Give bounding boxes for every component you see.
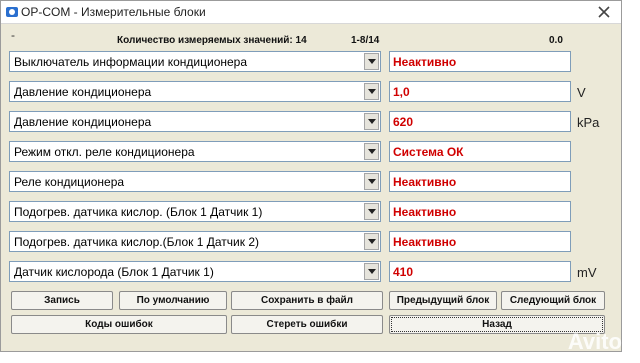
error-codes-button[interactable]: Коды ошибок [11, 315, 227, 334]
unit-label: mV [577, 265, 597, 280]
chevron-down-icon[interactable] [364, 203, 379, 220]
measurement-row: Подогрев. датчика кислор. (Блок 1 Датчик… [9, 201, 609, 223]
measurement-row: Режим откл. реле кондиционера Система ОК [9, 141, 609, 163]
value-field: 1,0 [389, 81, 571, 102]
measured-values-count: Количество измеряемых значений: 14 [117, 35, 307, 46]
value-field: Система ОК [389, 141, 571, 162]
chevron-down-icon[interactable] [364, 113, 379, 130]
value-field: Неактивно [389, 171, 571, 192]
unit-label: V [577, 85, 586, 100]
value-field: 410 [389, 261, 571, 282]
save-to-file-button[interactable]: Сохранить в файл [231, 291, 383, 310]
default-button[interactable]: По умолчанию [119, 291, 227, 310]
parameter-select[interactable]: Реле кондиционера [9, 171, 381, 192]
value-text: Неактивно [393, 235, 457, 249]
parameter-label: Режим откл. реле кондиционера [14, 145, 195, 159]
chevron-down-icon[interactable] [364, 233, 379, 250]
status-value: 0.0 [549, 35, 563, 46]
parameter-select[interactable]: Давление кондиционера [9, 111, 381, 132]
unit-label: kPa [577, 115, 600, 130]
measurement-row: Давление кондиционера 1,0 V [9, 81, 609, 103]
record-button[interactable]: Запись [11, 291, 113, 310]
measurement-row: Реле кондиционера Неактивно [9, 171, 609, 193]
parameter-label: Датчик кислорода (Блок 1 Датчик 1) [14, 265, 214, 279]
parameter-select[interactable]: Подогрев. датчика кислор.(Блок 1 Датчик … [9, 231, 381, 252]
value-text: Неактивно [393, 205, 457, 219]
chevron-down-icon[interactable] [364, 83, 379, 100]
parameter-label: Подогрев. датчика кислор.(Блок 1 Датчик … [14, 235, 260, 249]
parameter-select[interactable]: Датчик кислорода (Блок 1 Датчик 1) [9, 261, 381, 282]
value-field: 620 [389, 111, 571, 132]
parameter-select[interactable]: Подогрев. датчика кислор. (Блок 1 Датчик… [9, 201, 381, 222]
next-block-button[interactable]: Следующий блок [501, 291, 605, 310]
parameter-select[interactable]: Режим откл. реле кондиционера [9, 141, 381, 162]
value-field: Неактивно [389, 231, 571, 252]
value-text: Неактивно [393, 55, 457, 69]
window-title: OP-COM - Измерительные блоки [21, 5, 206, 19]
parameter-label: Давление кондиционера [14, 85, 152, 99]
parameter-label: Подогрев. датчика кислор. (Блок 1 Датчик… [14, 205, 263, 219]
value-text: 410 [393, 265, 414, 279]
chevron-down-icon[interactable] [364, 143, 379, 160]
measuring-blocks-window: OP-COM - Измерительные блоки - Количеств… [0, 0, 622, 352]
value-field: Неактивно [389, 51, 571, 72]
parameter-select[interactable]: Выключатель информации кондиционера [9, 51, 381, 72]
app-icon [6, 7, 18, 17]
measurement-row: Подогрев. датчика кислор.(Блок 1 Датчик … [9, 231, 609, 253]
measurement-row: Давление кондиционера 620 kPa [9, 111, 609, 133]
chevron-down-icon[interactable] [364, 263, 379, 280]
parameter-label: Реле кондиционера [14, 175, 125, 189]
system-menu-dash[interactable]: - [11, 28, 15, 42]
value-field: Неактивно [389, 201, 571, 222]
chevron-down-icon[interactable] [364, 53, 379, 70]
title-bar: OP-COM - Измерительные блоки [1, 1, 621, 24]
parameter-select[interactable]: Давление кондиционера [9, 81, 381, 102]
parameter-label: Давление кондиционера [14, 115, 152, 129]
clear-errors-button[interactable]: Стереть ошибки [231, 315, 383, 334]
close-icon[interactable] [596, 4, 612, 20]
previous-block-button[interactable]: Предыдущий блок [389, 291, 497, 310]
value-text: 1,0 [393, 85, 410, 99]
avito-watermark: Avito [567, 329, 622, 354]
value-text: Система ОК [393, 145, 464, 159]
measurement-row: Выключатель информации кондиционера Неак… [9, 51, 609, 73]
parameter-label: Выключатель информации кондиционера [14, 55, 248, 69]
measurement-row: Датчик кислорода (Блок 1 Датчик 1) 410 m… [9, 261, 609, 283]
chevron-down-icon[interactable] [364, 173, 379, 190]
value-text: 620 [393, 115, 414, 129]
value-text: Неактивно [393, 175, 457, 189]
page-range: 1-8/14 [351, 35, 380, 46]
